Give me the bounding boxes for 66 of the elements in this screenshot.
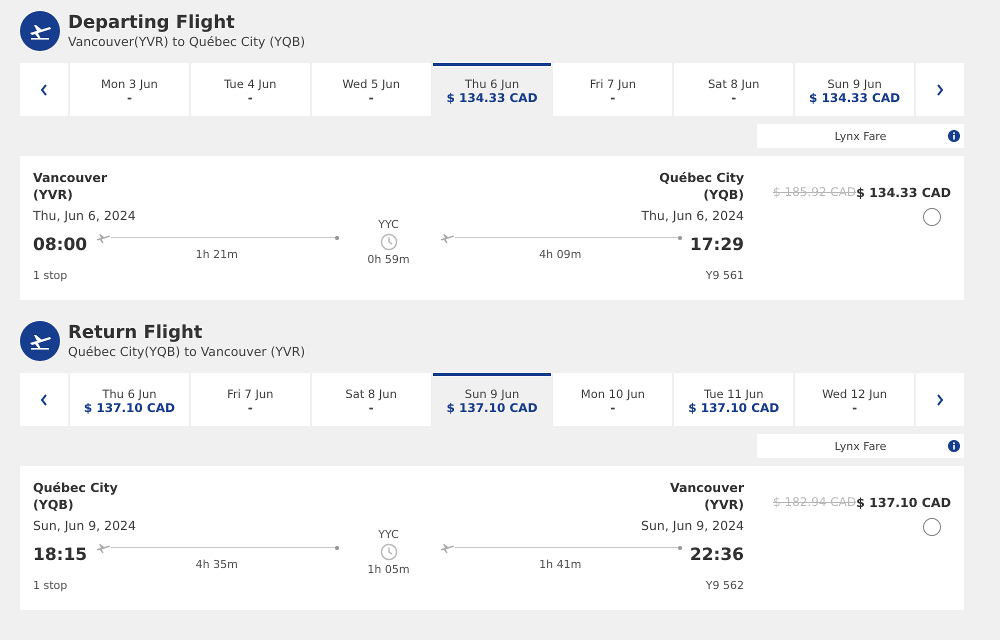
destination-city: Québec City — [659, 169, 744, 186]
arrival-date: Thu, Jun 6, 2024 — [641, 208, 744, 223]
date-tab[interactable]: Mon 3 Jun - — [70, 63, 189, 116]
date-tab[interactable]: Sun 9 Jun $ 134.33 CAD — [795, 63, 914, 116]
endpoint-dot — [678, 546, 682, 550]
section-title: Departing Flight — [68, 12, 236, 34]
layover-duration: 1h 05m — [367, 563, 410, 576]
fare-label: Lynx Fare — [834, 440, 888, 452]
clock-icon — [380, 233, 398, 251]
leg-duration: 4h 09m — [538, 248, 582, 260]
date-tab[interactable]: Thu 6 Jun $ 137.10 CAD — [70, 373, 189, 426]
date-tab[interactable]: Wed 5 Jun - — [312, 63, 431, 116]
date-tab[interactable]: Sat 8 Jun - — [674, 63, 794, 116]
arrival-date: Sun, Jun 9, 2024 — [641, 518, 744, 533]
chevron-right-icon — [936, 394, 944, 406]
origin-city: Vancouver — [33, 169, 108, 186]
destination-code: (YQB) — [703, 186, 744, 203]
origin-code: (YQB) — [33, 496, 75, 513]
date-tab[interactable]: Sat 8 Jun - — [312, 373, 431, 426]
info-icon[interactable] — [948, 130, 960, 142]
date-tab[interactable]: Wed 12 Jun - — [795, 373, 914, 426]
origin-code: (YVR) — [33, 186, 74, 203]
flight-number: Y9 561 — [706, 269, 744, 282]
arrival-time: 17:29 — [688, 235, 744, 255]
fare-label: Lynx Fare — [834, 130, 888, 142]
fare-radio[interactable] — [923, 208, 941, 226]
departure-date: Sun, Jun 9, 2024 — [33, 518, 136, 533]
destination-code: (YVR) — [704, 496, 744, 513]
date-tab[interactable]: Fri 7 Jun - — [190, 373, 310, 426]
chevron-left-icon — [40, 394, 48, 406]
chevron-right-icon — [936, 84, 944, 96]
flight-number: Y9 562 — [706, 579, 744, 592]
endpoint-dot — [334, 236, 338, 240]
section-title: Return Flight — [68, 322, 204, 344]
info-icon[interactable] — [948, 440, 960, 452]
chevron-left-icon — [40, 84, 48, 96]
plane-logo-icon — [20, 321, 60, 361]
clock-icon — [380, 543, 398, 561]
stops-count: 1 stop — [33, 269, 68, 282]
departure-time: 18:15 — [33, 545, 88, 565]
leg-duration: 1h 41m — [538, 558, 582, 570]
origin-city: Québec City — [33, 479, 119, 496]
date-tab[interactable]: Mon 10 Jun - — [553, 373, 672, 426]
original-price: $ 185.92 CAD — [773, 185, 856, 200]
fare-price: $ 134.33 CAD — [856, 185, 951, 200]
stops-count: 1 stop — [33, 579, 68, 592]
route-text: Vancouver(YVR) to Québec City (YQB) — [68, 34, 306, 50]
date-tab[interactable]: Tue 11 Jun $ 137.10 CAD — [674, 373, 794, 426]
fare-price: $ 137.10 CAD — [856, 495, 951, 510]
endpoint-dot — [678, 236, 682, 240]
date-tab[interactable]: Fri 7 Jun - — [553, 63, 672, 116]
original-price: $ 182.94 CAD — [773, 495, 856, 510]
plane-logo-icon — [20, 11, 60, 51]
arrival-time: 22:36 — [688, 545, 744, 565]
leg-duration: 4h 35m — [194, 558, 239, 570]
endpoint-dot — [334, 546, 338, 550]
departure-date: Thu, Jun 6, 2024 — [33, 208, 136, 223]
layover-duration: 0h 59m — [367, 253, 410, 266]
route-text: Québec City(YQB) to Vancouver (YVR) — [68, 344, 306, 360]
date-tab[interactable]: Tue 4 Jun - — [190, 63, 310, 116]
stop-code: YYC — [378, 218, 399, 231]
fare-radio[interactable] — [923, 518, 941, 536]
destination-city: Vancouver — [670, 479, 744, 496]
leg-duration: 1h 21m — [194, 248, 239, 260]
stop-code: YYC — [378, 528, 399, 541]
departure-time: 08:00 — [33, 235, 88, 255]
